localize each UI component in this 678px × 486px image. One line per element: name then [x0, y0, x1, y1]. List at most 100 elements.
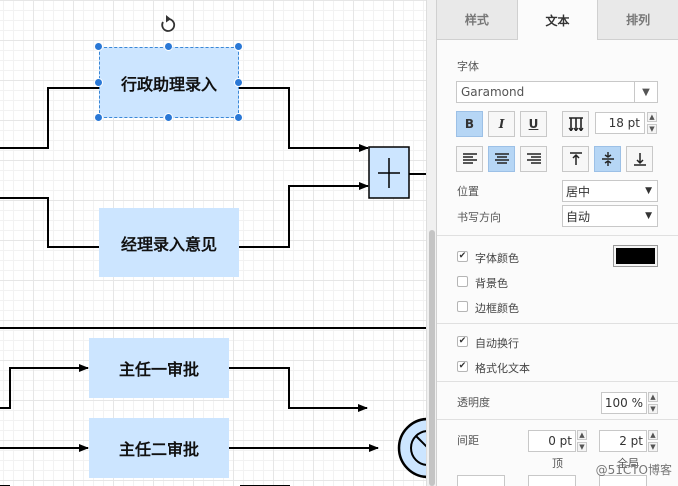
spinner-up-icon[interactable]: ▲: [647, 112, 657, 122]
border-color-checkbox[interactable]: [457, 301, 468, 312]
spinner-up-icon[interactable]: ▲: [577, 430, 587, 440]
tab-arrange[interactable]: 排列: [597, 0, 678, 40]
resize-handle-sw[interactable]: [94, 113, 103, 122]
resize-handle-nw[interactable]: [94, 42, 103, 51]
tab-style[interactable]: 样式: [437, 0, 517, 40]
italic-button[interactable]: I: [488, 111, 515, 137]
auto-wrap-checkbox[interactable]: ✔: [457, 336, 468, 347]
border-color-label: 边框颜色: [475, 302, 519, 315]
node-director1-label: 主任一审批: [118, 360, 199, 379]
scrollbar-thumb[interactable]: [429, 230, 435, 486]
edge-in-manager: [0, 197, 99, 248]
vertical-text-icon: [568, 117, 583, 131]
align-top-icon: [569, 152, 582, 165]
font-section-label: 字体: [457, 60, 479, 73]
font-size-input[interactable]: 18 pt: [595, 112, 645, 134]
font-size-spinner[interactable]: ▲ ▼: [647, 112, 657, 134]
resize-handle-ne[interactable]: [234, 42, 243, 51]
vertical-text-button[interactable]: [562, 111, 589, 137]
align-middle-icon: [601, 152, 614, 166]
writing-direction-label: 书写方向: [457, 211, 501, 224]
underline-button[interactable]: U: [520, 111, 547, 137]
spacing-top-input[interactable]: 0 pt: [528, 430, 576, 452]
font-color-checkbox[interactable]: ✔: [457, 251, 468, 262]
edge-in-director1: [0, 364, 89, 409]
align-center-button[interactable]: [488, 146, 515, 172]
node-admin-entry-label: 行政助理录入: [120, 74, 217, 94]
spacing-left-input[interactable]: [457, 475, 505, 486]
position-value: 居中: [566, 184, 591, 199]
position-label: 位置: [457, 185, 479, 198]
writing-direction-select[interactable]: 自动 ▼: [562, 205, 658, 227]
align-bottom-button[interactable]: [626, 146, 653, 172]
spacing-global-value: 2 pt: [619, 434, 643, 448]
format-panel: 样式 文本 排列 字体 Garamond ▼ B I U 18 pt ▲ ▼ 位…: [436, 0, 678, 486]
diagram-canvas[interactable]: 行政助理录入 经理录入意见 主任一审批 主任二审批: [0, 0, 426, 486]
edge-in-admin: [0, 87, 99, 149]
spinner-down-icon[interactable]: ▼: [648, 404, 658, 414]
resize-handle-n[interactable]: [164, 42, 173, 51]
chevron-down-icon: ▼: [645, 211, 652, 221]
spacing-top-value: 0 pt: [548, 434, 572, 448]
background-color-label: 背景色: [475, 277, 508, 290]
formatted-text-label: 格式化文本: [475, 362, 530, 375]
node-director2[interactable]: 主任二审批: [89, 418, 229, 478]
spacing-bottom-input[interactable]: [528, 475, 576, 486]
align-top-button[interactable]: [562, 146, 589, 172]
rotate-icon: [161, 15, 176, 32]
resize-handle-se[interactable]: [234, 113, 243, 122]
canvas-scrollbar[interactable]: [426, 0, 436, 486]
opacity-spinner[interactable]: ▲ ▼: [648, 392, 658, 414]
background-color-checkbox[interactable]: [457, 276, 468, 287]
edge-manager-to-gateway: [239, 182, 369, 248]
opacity-value: 100 %: [604, 396, 643, 410]
panel-tabs: 样式 文本 排列: [437, 0, 678, 40]
font-section: 字体 Garamond ▼ B I U 18 pt ▲ ▼ 位置 居中 ▼ 书写…: [437, 40, 678, 236]
node-manager-entry-label: 经理录入意见: [120, 234, 217, 254]
resize-handle-s[interactable]: [164, 113, 173, 122]
auto-wrap-label: 自动换行: [475, 337, 519, 350]
node-director2-label: 主任二审批: [118, 440, 199, 459]
node-director1[interactable]: 主任一审批: [89, 338, 229, 398]
writing-direction-value: 自动: [566, 209, 591, 224]
align-bottom-icon: [633, 153, 646, 166]
node-admin-entry[interactable]: 行政助理录入: [99, 47, 239, 118]
align-right-button[interactable]: [520, 146, 547, 172]
spacing-top-label: 顶: [552, 457, 563, 470]
spacing-label: 间距: [457, 434, 479, 447]
resize-handle-w[interactable]: [94, 78, 103, 87]
align-right-icon: [526, 153, 541, 164]
tab-text[interactable]: 文本: [516, 0, 598, 40]
align-left-icon: [462, 153, 477, 164]
chevron-down-icon: ▼: [645, 186, 652, 196]
font-size-value: 18 pt: [608, 116, 640, 130]
spacing-global-input[interactable]: 2 pt: [599, 430, 647, 452]
font-family-value: Garamond: [461, 85, 525, 99]
font-color-swatch[interactable]: [613, 245, 658, 267]
watermark: @51CTO博客: [595, 463, 672, 477]
spinner-down-icon[interactable]: ▼: [647, 124, 657, 134]
spacing-global-spinner[interactable]: ▲ ▼: [648, 430, 658, 452]
edge-director1-out: [229, 367, 368, 412]
opacity-input[interactable]: 100 %: [601, 392, 647, 414]
formatted-text-checkbox[interactable]: ✔: [457, 361, 468, 372]
spinner-down-icon[interactable]: ▼: [648, 442, 658, 452]
node-manager-entry[interactable]: 经理录入意见: [99, 208, 239, 277]
wrap-section: ✔ 自动换行 ✔ 格式化文本: [437, 324, 678, 382]
resize-handle-e[interactable]: [234, 78, 243, 87]
color-section: ✔ 字体颜色 背景色 边框颜色: [437, 236, 678, 324]
bold-button[interactable]: B: [456, 111, 483, 137]
align-middle-button[interactable]: [594, 146, 621, 172]
opacity-label: 透明度: [457, 396, 490, 409]
align-center-icon: [494, 153, 509, 164]
spacing-top-spinner[interactable]: ▲ ▼: [577, 430, 587, 452]
spinner-up-icon[interactable]: ▲: [648, 392, 658, 402]
position-select[interactable]: 居中 ▼: [562, 180, 658, 202]
edge-admin-to-gateway: [239, 87, 369, 152]
opacity-section: 透明度 100 % ▲ ▼: [437, 382, 678, 420]
spinner-down-icon[interactable]: ▼: [577, 442, 587, 452]
font-family-select[interactable]: Garamond ▼: [456, 81, 658, 103]
font-color-label: 字体颜色: [475, 252, 519, 265]
align-left-button[interactable]: [456, 146, 483, 172]
spinner-up-icon[interactable]: ▲: [648, 430, 658, 440]
